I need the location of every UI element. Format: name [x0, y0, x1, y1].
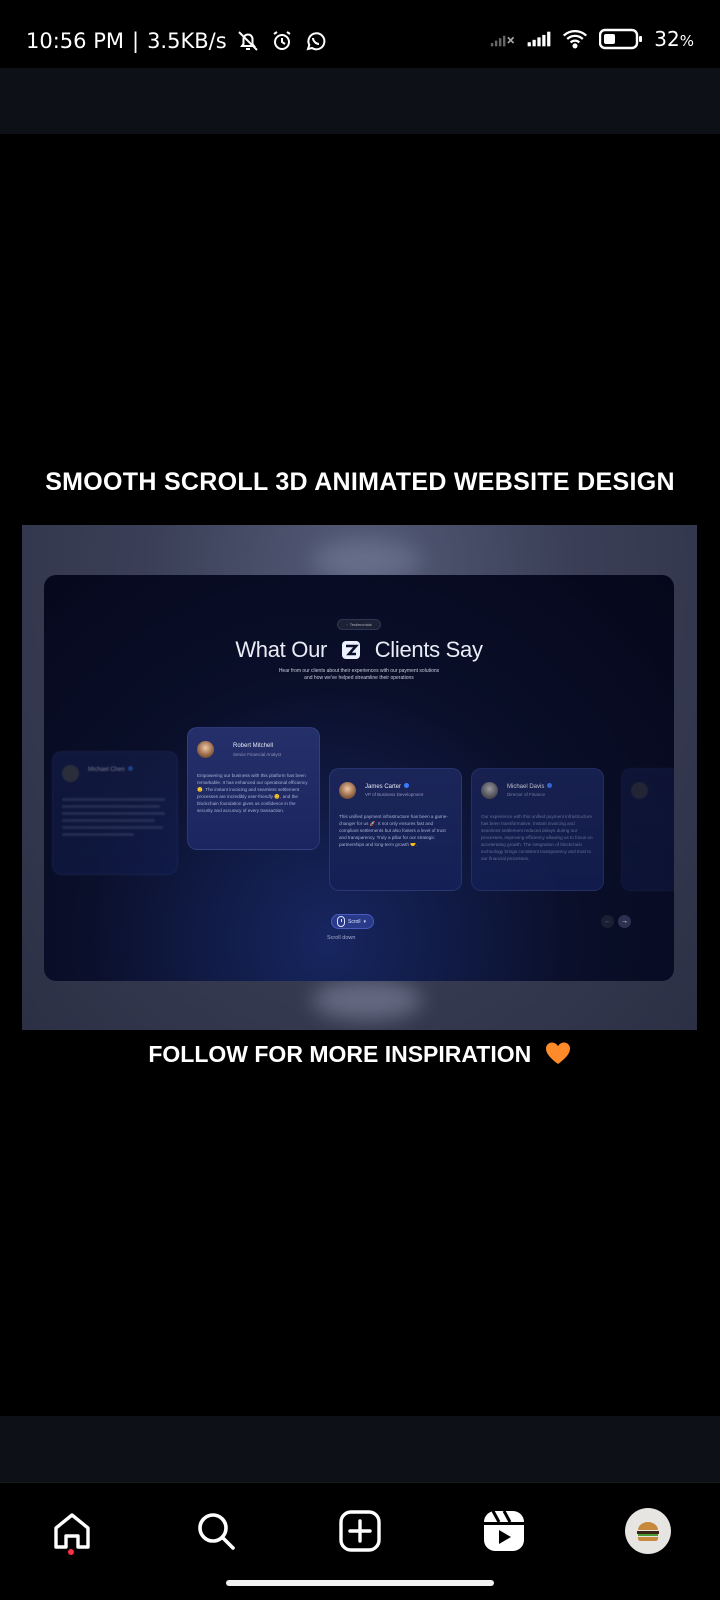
- avatar: [339, 782, 356, 799]
- badge-icon: ◦: [346, 622, 348, 627]
- testimonials-badge: ◦ Testimonials: [337, 619, 381, 630]
- nav-search[interactable]: [192, 1507, 240, 1555]
- status-bar: 10:56 PM | 3.5KB/s 32%: [0, 0, 720, 68]
- whatsapp-icon: [303, 28, 329, 54]
- status-speed: 3.5KB/s: [147, 29, 227, 53]
- signal-no-service-icon: [490, 26, 516, 52]
- testimonial-card: Robert Mitchell Senior Financial Analyst…: [187, 727, 320, 850]
- prev-button[interactable]: ←: [601, 915, 614, 928]
- status-time: 10:56 PM: [26, 29, 124, 53]
- avatar: [631, 782, 648, 799]
- create-icon: [339, 1510, 381, 1552]
- next-button[interactable]: →: [618, 915, 631, 928]
- search-icon: [198, 1513, 235, 1550]
- battery-percent: 32%: [654, 27, 694, 51]
- nav-reels[interactable]: [480, 1507, 528, 1555]
- wifi-icon: [562, 26, 588, 52]
- scroll-pill-label: Scroll: [348, 918, 361, 925]
- avatar: [481, 782, 498, 799]
- header-band: [0, 68, 720, 134]
- footer-band: [0, 1416, 720, 1482]
- video-glow-bottom: [312, 980, 422, 1020]
- card-role: Senior Financial Analyst: [233, 752, 282, 757]
- site-title: What Our Clients Say: [44, 637, 674, 663]
- testimonial-card: [621, 768, 674, 891]
- card-text-placeholder: [62, 798, 165, 840]
- nav-create[interactable]: [336, 1507, 384, 1555]
- badge-label: Testimonials: [349, 622, 372, 627]
- home-icon: [54, 1513, 90, 1549]
- status-separator: |: [131, 29, 140, 53]
- card-name: James Carter: [365, 783, 410, 790]
- signal-icon: [526, 26, 552, 52]
- verified-icon: [404, 783, 410, 788]
- burger-logo-icon: [637, 1522, 659, 1542]
- verified-icon: [547, 783, 553, 788]
- website-mockup: ◦ Testimonials What Our Clients Say Hear…: [44, 575, 674, 981]
- testimonial-card: James Carter VP of Business Development …: [329, 768, 462, 891]
- home-indicator[interactable]: [226, 1580, 494, 1586]
- title-right: Clients Say: [374, 637, 483, 662]
- testimonial-card: Michael Chen: [52, 751, 178, 875]
- site-subtitle: Hear from our clients about their experi…: [278, 668, 440, 681]
- chevron-down-icon: ▾: [363, 918, 367, 925]
- post-caption-top: SMOOTH SCROLL 3D ANIMATED WEBSITE DESIGN: [45, 468, 675, 496]
- alarm-icon: [269, 28, 295, 54]
- card-role: Director of Finance: [507, 792, 546, 797]
- video-glow-top: [312, 540, 422, 580]
- logo-icon: [341, 640, 361, 660]
- avatar: [197, 741, 214, 758]
- video-player[interactable]: ◦ Testimonials What Our Clients Say Hear…: [22, 525, 697, 1030]
- reels-icon: [484, 1510, 524, 1551]
- card-name: Robert Mitchell: [233, 743, 274, 749]
- card-role: VP of Business Development: [365, 792, 424, 797]
- profile-avatar: [625, 1508, 671, 1554]
- testimonial-card: Michael Davis Director of Finance Our ex…: [471, 768, 604, 891]
- nav-profile[interactable]: [624, 1507, 672, 1555]
- card-body: This unified payment infrastructure has …: [339, 814, 448, 847]
- mouse-icon: [337, 916, 345, 927]
- card-name: Michael Chen: [88, 766, 133, 773]
- nav-home[interactable]: [48, 1507, 96, 1555]
- post-caption-bottom: FOLLOW FOR MORE INSPIRATION: [0, 1040, 720, 1068]
- card-body: Empowering our business with this platfo…: [197, 773, 308, 813]
- verified-icon: [127, 766, 133, 771]
- card-body: Our experience with this unified payment…: [481, 814, 593, 861]
- heart-icon: [544, 1040, 572, 1066]
- scroll-pill[interactable]: Scroll ▾: [331, 914, 374, 929]
- bell-off-icon: [235, 28, 261, 54]
- avatar: [62, 765, 79, 782]
- status-right: 32%: [490, 26, 694, 52]
- battery-icon: [598, 26, 644, 52]
- status-left: 10:56 PM | 3.5KB/s: [26, 28, 329, 54]
- card-name: Michael Davis: [507, 783, 553, 790]
- scroll-down-label: Scroll down: [327, 935, 356, 941]
- notification-dot: [68, 1549, 74, 1555]
- title-left: What Our: [235, 637, 328, 662]
